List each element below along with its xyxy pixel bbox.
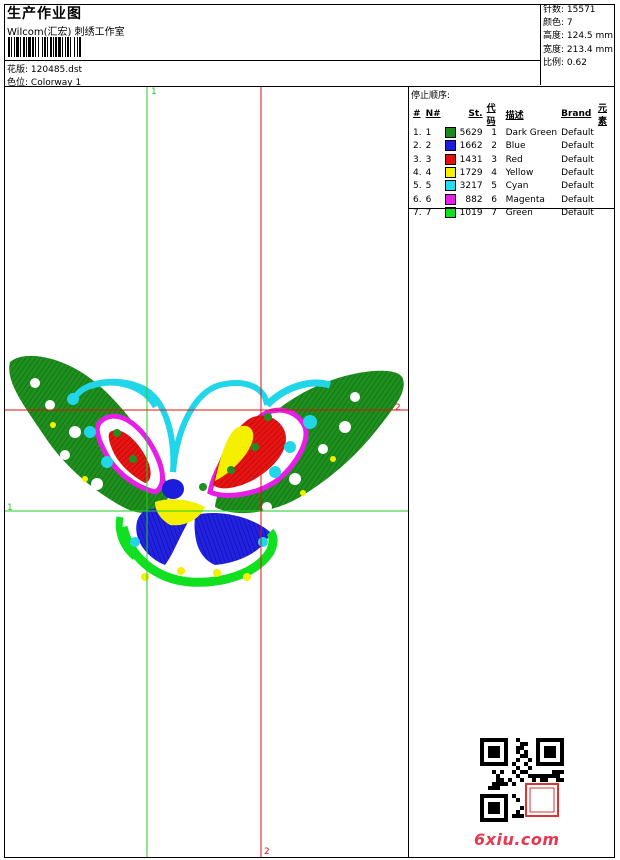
row-needle: 5 bbox=[425, 181, 432, 192]
design-width: 宽度: 213.4 mm bbox=[543, 44, 614, 55]
row-element bbox=[596, 180, 615, 193]
color-swatch bbox=[444, 127, 456, 139]
axis-label-h1: 1 bbox=[7, 503, 13, 513]
table-header-row: # N# St. 代码 描述 Brand 元素 bbox=[411, 101, 615, 127]
sequence-title: 停止顺序: bbox=[411, 91, 451, 101]
row-description: Dark Green bbox=[505, 128, 558, 139]
table-row: 2. 2 1662 2 Blue Default bbox=[411, 140, 615, 153]
col-index: # bbox=[413, 109, 421, 119]
color-swatch bbox=[444, 153, 456, 165]
row-index: 1. bbox=[413, 128, 422, 139]
axis-label-v2: 2 bbox=[264, 847, 270, 857]
row-index: 3. bbox=[413, 154, 422, 165]
row-needle: 4 bbox=[425, 168, 432, 179]
design-file-row: 花版: 120485.dst bbox=[7, 62, 82, 75]
row-code: 2 bbox=[491, 141, 497, 152]
seal-stamp bbox=[525, 783, 559, 817]
row-needle: 6 bbox=[425, 194, 432, 205]
design-file-label: 花版: bbox=[7, 65, 29, 75]
row-code: 5 bbox=[491, 181, 497, 192]
table-row: 1. 1 5629 1 Dark Green Default bbox=[411, 127, 615, 140]
row-index: 5. bbox=[413, 181, 422, 192]
row-stitches: 3217 bbox=[459, 181, 483, 192]
row-code: 6 bbox=[491, 194, 497, 205]
design-height: 高度: 124.5 mm bbox=[543, 31, 614, 42]
design-scale: 比例: 0.62 bbox=[543, 57, 587, 68]
table-row: 6. 6 882 6 Magenta Default bbox=[411, 193, 615, 206]
row-description: Red bbox=[505, 154, 523, 165]
col-swatch bbox=[443, 101, 458, 127]
row-index: 4. bbox=[413, 168, 422, 179]
col-stitches: St. bbox=[468, 109, 483, 119]
qr-code bbox=[480, 738, 564, 822]
row-brand: Default bbox=[561, 181, 594, 192]
table-row: 3. 3 1431 3 Red Default bbox=[411, 153, 615, 167]
design-preview: 1 1 2 2 bbox=[5, 87, 408, 857]
color-swatch bbox=[444, 167, 456, 179]
row-element bbox=[596, 167, 615, 180]
row-stitches: 882 bbox=[465, 194, 483, 205]
col-element: 元素 bbox=[597, 104, 607, 127]
row-swatch bbox=[443, 167, 458, 180]
row-description: Magenta bbox=[505, 194, 545, 205]
color-swatch bbox=[444, 180, 456, 192]
header-divider bbox=[4, 60, 540, 61]
butterfly-artwork bbox=[5, 87, 408, 857]
row-brand: Default bbox=[561, 154, 594, 165]
col-needle: N# bbox=[425, 109, 441, 119]
row-swatch bbox=[443, 140, 458, 153]
row-description: Blue bbox=[505, 141, 526, 152]
col-description: 描述 bbox=[505, 110, 524, 121]
stitch-count: 针数: 15571 bbox=[543, 5, 596, 15]
col-brand: Brand bbox=[561, 109, 592, 119]
row-brand: Default bbox=[561, 141, 594, 152]
color-count: 颜色: 7 bbox=[543, 18, 573, 29]
axis-label-v1: 1 bbox=[151, 87, 157, 97]
row-element bbox=[596, 140, 615, 153]
row-element bbox=[596, 193, 615, 206]
row-brand: Default bbox=[561, 194, 594, 205]
watermark-logo: 6xiu.com bbox=[474, 830, 560, 849]
color-swatch bbox=[444, 140, 456, 152]
row-code: 1 bbox=[491, 128, 497, 139]
row-swatch bbox=[443, 153, 458, 167]
row-swatch bbox=[443, 180, 458, 193]
row-code: 4 bbox=[491, 168, 497, 179]
table-bottom-rule bbox=[409, 208, 615, 209]
row-stitches: 1662 bbox=[459, 141, 483, 152]
row-code: 3 bbox=[491, 154, 497, 165]
row-index: 6. bbox=[413, 194, 422, 205]
stats-panel: 针数: 15571 颜色: 7 高度: 124.5 mm 宽度: 213.4 m… bbox=[540, 4, 615, 85]
table-row: 5. 5 3217 5 Cyan Default bbox=[411, 180, 615, 193]
row-swatch bbox=[443, 193, 458, 206]
software-label: Wilcom(汇宏) 刺绣工作室 bbox=[7, 27, 125, 38]
row-needle: 2 bbox=[425, 141, 432, 152]
row-element bbox=[596, 127, 615, 140]
row-brand: Default bbox=[561, 128, 594, 139]
row-index: 2. bbox=[413, 141, 422, 152]
row-description: Yellow bbox=[505, 168, 534, 179]
col-code: 代码 bbox=[486, 104, 496, 127]
row-swatch bbox=[443, 127, 458, 140]
row-needle: 1 bbox=[425, 128, 432, 139]
row-brand: Default bbox=[561, 168, 594, 179]
row-stitches: 1431 bbox=[459, 154, 483, 165]
row-description: Cyan bbox=[505, 181, 529, 192]
row-needle: 3 bbox=[425, 154, 432, 165]
row-element bbox=[596, 154, 615, 167]
barcode bbox=[8, 37, 81, 57]
color-sequence-table: # N# St. 代码 描述 Brand 元素 1. 1 5629 1 Dark Gre… bbox=[411, 101, 615, 220]
design-file-name: 120485.dst bbox=[30, 65, 83, 75]
page-title: 生产作业图 bbox=[7, 6, 82, 22]
row-stitches: 1729 bbox=[459, 168, 483, 179]
axis-label-h2: 2 bbox=[395, 403, 401, 413]
color-swatch bbox=[444, 193, 456, 205]
row-stitches: 5629 bbox=[459, 128, 483, 139]
table-row: 4. 4 1729 4 Yellow Default bbox=[411, 167, 615, 180]
